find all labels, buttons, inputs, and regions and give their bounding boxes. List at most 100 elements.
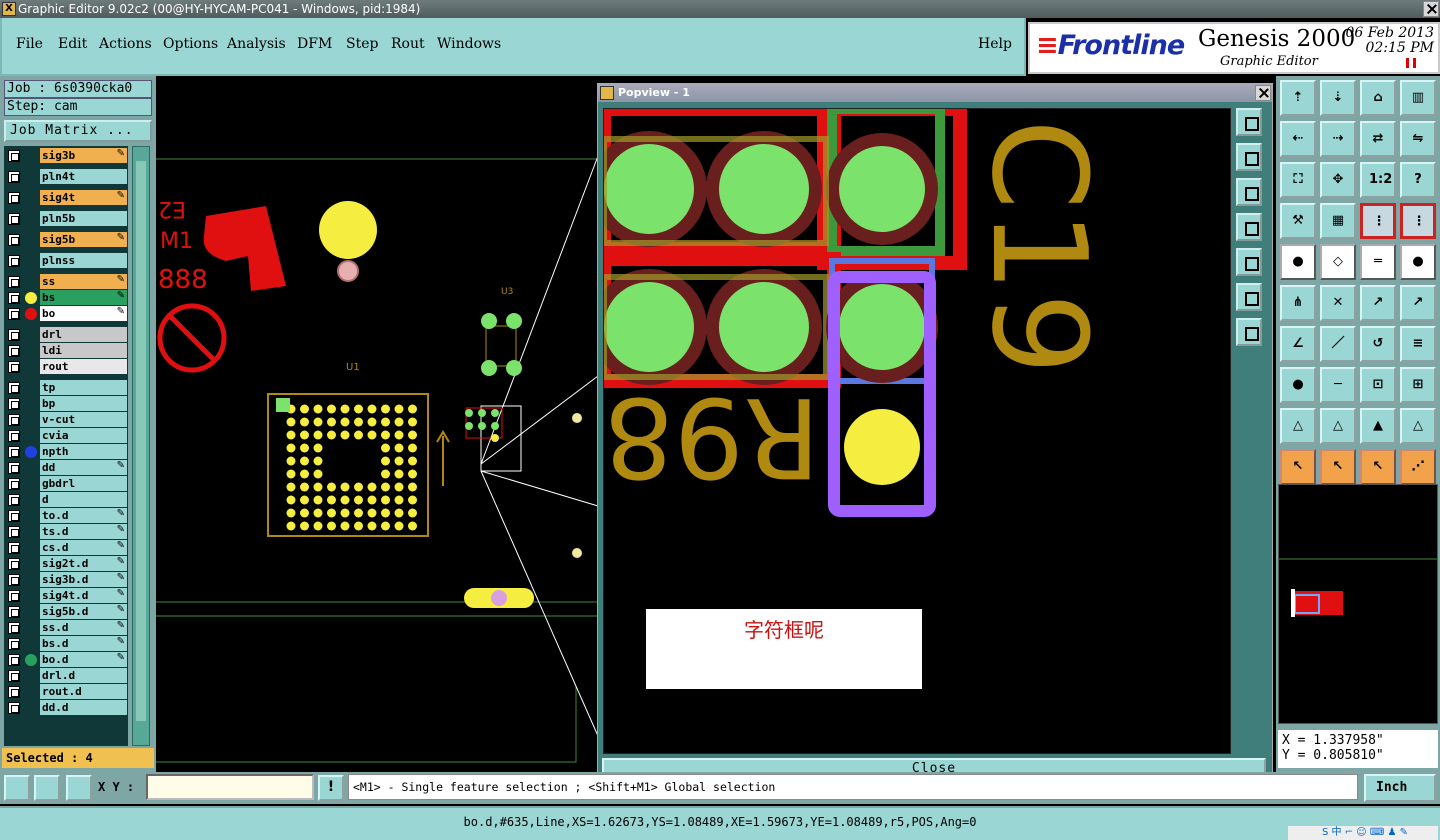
layer-name[interactable]: ss.d ✎ — [40, 620, 127, 635]
layer-checkbox[interactable] — [8, 414, 20, 426]
layer-color-dot[interactable] — [25, 654, 37, 666]
layer-color-dot[interactable] — [25, 446, 37, 458]
layer-name[interactable]: tp — [40, 380, 127, 395]
tool-pick-b-button[interactable]: ↖ — [1320, 449, 1356, 485]
layer-checkbox[interactable] — [8, 150, 20, 162]
tool-move-button[interactable]: ● — [1280, 367, 1316, 403]
tool-arc-button[interactable]: ↺ — [1360, 326, 1396, 362]
layer-checkbox[interactable] — [8, 526, 20, 538]
popview-tool-2[interactable] — [1236, 143, 1262, 171]
layer-name[interactable]: sig4t.d ✎ — [40, 588, 127, 603]
tool-layers-a-button[interactable]: ⋮ — [1360, 203, 1396, 239]
layer-row[interactable]: bs ✎ — [4, 290, 128, 306]
layer-name[interactable]: pln4t — [40, 169, 127, 184]
tool-grid-button[interactable]: ▦ — [1320, 203, 1356, 239]
tool-pick-c-button[interactable]: ↖ — [1360, 449, 1396, 485]
tool-pick-button[interactable]: ↖ — [1280, 449, 1316, 485]
popview-tool-6[interactable] — [1236, 283, 1262, 311]
layer-checkbox[interactable] — [8, 574, 20, 586]
menu-step[interactable]: Step — [346, 36, 378, 52]
tool-tri-c-button[interactable]: ▲ — [1360, 408, 1396, 444]
layer-name[interactable]: sig4t ✎ — [40, 190, 127, 205]
tool-snap-a-button[interactable]: ⋔ — [1280, 285, 1316, 321]
layer-row[interactable]: rout — [4, 359, 128, 375]
layer-row[interactable]: bs.d ✎ — [4, 636, 128, 652]
layer-checkbox[interactable] — [8, 542, 20, 554]
tool-?-button[interactable]: ? — [1400, 162, 1436, 198]
layer-row[interactable]: to.d ✎ — [4, 508, 128, 524]
tool-ruler-button[interactable]: ═ — [1360, 244, 1396, 280]
layer-list-scrollbar[interactable] — [132, 146, 150, 746]
tool-route-button[interactable]: ⋰ — [1400, 449, 1436, 485]
menu-file[interactable]: File — [16, 36, 43, 52]
alert-button[interactable]: ! — [318, 775, 344, 801]
layer-checkbox[interactable] — [8, 478, 20, 490]
tool-span-button[interactable]: ─ — [1320, 367, 1356, 403]
popview-tool-1[interactable] — [1236, 108, 1262, 136]
layer-checkbox[interactable] — [8, 702, 20, 714]
tool-left-button[interactable]: ⇠ — [1280, 121, 1316, 157]
layer-name[interactable]: bo ✎ — [40, 306, 127, 321]
tool-snap-d-button[interactable]: ↗ — [1400, 285, 1436, 321]
tool-layers-b-button[interactable]: ⋮ — [1400, 203, 1436, 239]
menu-dfm[interactable]: DFM — [297, 36, 332, 52]
tool-tri-a-button[interactable]: △ — [1280, 408, 1316, 444]
layer-row[interactable]: sig2t.d ✎ — [4, 556, 128, 572]
tool-gauge-button[interactable]: ⊡ — [1360, 367, 1396, 403]
tool-center-button[interactable]: ✥ — [1320, 162, 1356, 198]
layer-row[interactable]: npth — [4, 444, 128, 460]
xy-input[interactable] — [146, 774, 314, 800]
layer-name[interactable]: sig5b.d ✎ — [40, 604, 127, 619]
layer-row[interactable]: bo ✎ — [4, 306, 128, 322]
close-window-button[interactable] — [1423, 1, 1439, 17]
layer-checkbox[interactable] — [8, 606, 20, 618]
tool-line-button[interactable]: ／ — [1320, 326, 1356, 362]
layer-checkbox[interactable] — [8, 171, 20, 183]
layer-name[interactable]: v-cut — [40, 412, 127, 427]
menu-rout[interactable]: Rout — [391, 36, 425, 52]
layer-checkbox[interactable] — [8, 654, 20, 666]
layer-checkbox[interactable] — [8, 213, 20, 225]
layer-name[interactable]: dd.d — [40, 700, 127, 715]
layer-checkbox[interactable] — [8, 308, 20, 320]
menu-edit[interactable]: Edit — [58, 36, 87, 52]
menu-analysis[interactable]: Analysis — [227, 36, 286, 52]
layer-name[interactable]: drl — [40, 327, 127, 342]
layer-name[interactable]: bo.d ✎ — [40, 652, 127, 667]
layer-row[interactable]: d — [4, 492, 128, 508]
layer-name[interactable]: sig3b ✎ — [40, 148, 127, 163]
layer-checkbox[interactable] — [8, 670, 20, 682]
layer-checkbox[interactable] — [8, 361, 20, 373]
menu-windows[interactable]: Windows — [437, 36, 501, 52]
tool-edit-shape-button[interactable]: ◇ — [1320, 244, 1356, 280]
layer-name[interactable]: rout — [40, 359, 127, 374]
layer-checkbox[interactable] — [8, 398, 20, 410]
layer-color-dot[interactable] — [25, 308, 37, 320]
layer-checkbox[interactable] — [8, 446, 20, 458]
layer-row[interactable]: ts.d ✎ — [4, 524, 128, 540]
tool-home-button[interactable]: ⌂ — [1360, 80, 1396, 116]
layer-checkbox[interactable] — [8, 192, 20, 204]
layer-name[interactable]: rout.d — [40, 684, 127, 699]
layer-name[interactable]: dd ✎ — [40, 460, 127, 475]
popview-tool-5[interactable] — [1236, 248, 1262, 276]
layer-checkbox[interactable] — [8, 382, 20, 394]
layer-row[interactable]: bo.d ✎ — [4, 652, 128, 668]
layer-checkbox[interactable] — [8, 686, 20, 698]
layer-checkbox[interactable] — [8, 292, 20, 304]
unit-selector[interactable]: Inch — [1364, 774, 1436, 802]
layer-row[interactable]: dd.d — [4, 700, 128, 716]
layer-row[interactable]: sig5b ✎ — [4, 232, 128, 248]
layer-name[interactable]: pln5b — [40, 211, 127, 226]
tool-angle-button[interactable]: ∠ — [1280, 326, 1316, 362]
layer-row[interactable]: cs.d ✎ — [4, 540, 128, 556]
layer-checkbox[interactable] — [8, 234, 20, 246]
layer-name[interactable]: gbdrl — [40, 476, 127, 491]
popview-tool-3[interactable] — [1236, 178, 1262, 206]
grid-button[interactable] — [66, 775, 92, 801]
tool-snap-b-button[interactable]: ✕ — [1320, 285, 1356, 321]
tool-pop-button[interactable]: ⇣ — [1320, 80, 1356, 116]
zoom-box-button[interactable] — [4, 775, 30, 801]
tool-split-button[interactable]: ▥ — [1400, 80, 1436, 116]
layer-checkbox[interactable] — [8, 276, 20, 288]
